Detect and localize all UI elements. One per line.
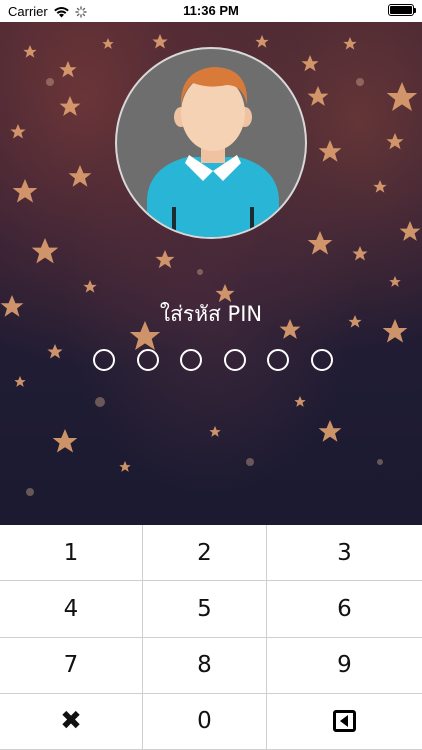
- numeric-keypad: 1 2 3 4 5 6 7 8 9 ✖ 0: [0, 525, 422, 750]
- pin-background: ใส่รหัส PIN: [0, 22, 422, 525]
- pin-dot: [267, 349, 290, 371]
- pin-dot: [223, 349, 246, 371]
- backspace-icon: [333, 710, 356, 733]
- pin-dot: [310, 349, 333, 371]
- key-8[interactable]: 8: [143, 637, 267, 694]
- key-6[interactable]: 6: [267, 581, 422, 638]
- pin-dot: [180, 349, 203, 371]
- pin-title: ใส่รหัส PIN: [159, 302, 263, 326]
- clear-button[interactable]: ✖: [0, 693, 143, 750]
- backspace-button[interactable]: [267, 693, 422, 750]
- key-7[interactable]: 7: [0, 637, 143, 694]
- status-time: 11:36 PM: [183, 3, 239, 18]
- key-4[interactable]: 4: [0, 581, 143, 638]
- avatar-illustration: [147, 67, 279, 237]
- status-bar: Carrier 11:36 PM: [0, 0, 422, 22]
- key-1[interactable]: 1: [0, 525, 143, 582]
- key-2[interactable]: 2: [143, 525, 267, 582]
- pin-dot: [93, 349, 115, 371]
- key-9[interactable]: 9: [267, 637, 422, 694]
- battery-icon: [388, 4, 416, 16]
- key-0[interactable]: 0: [143, 693, 267, 750]
- close-icon: ✖: [60, 706, 82, 737]
- key-5[interactable]: 5: [143, 581, 267, 638]
- pin-indicator: [93, 349, 333, 373]
- pin-dot: [136, 349, 159, 371]
- user-avatar-icon: [115, 47, 307, 239]
- key-3[interactable]: 3: [267, 525, 422, 582]
- battery-level: [390, 6, 412, 14]
- status-right: [388, 4, 416, 16]
